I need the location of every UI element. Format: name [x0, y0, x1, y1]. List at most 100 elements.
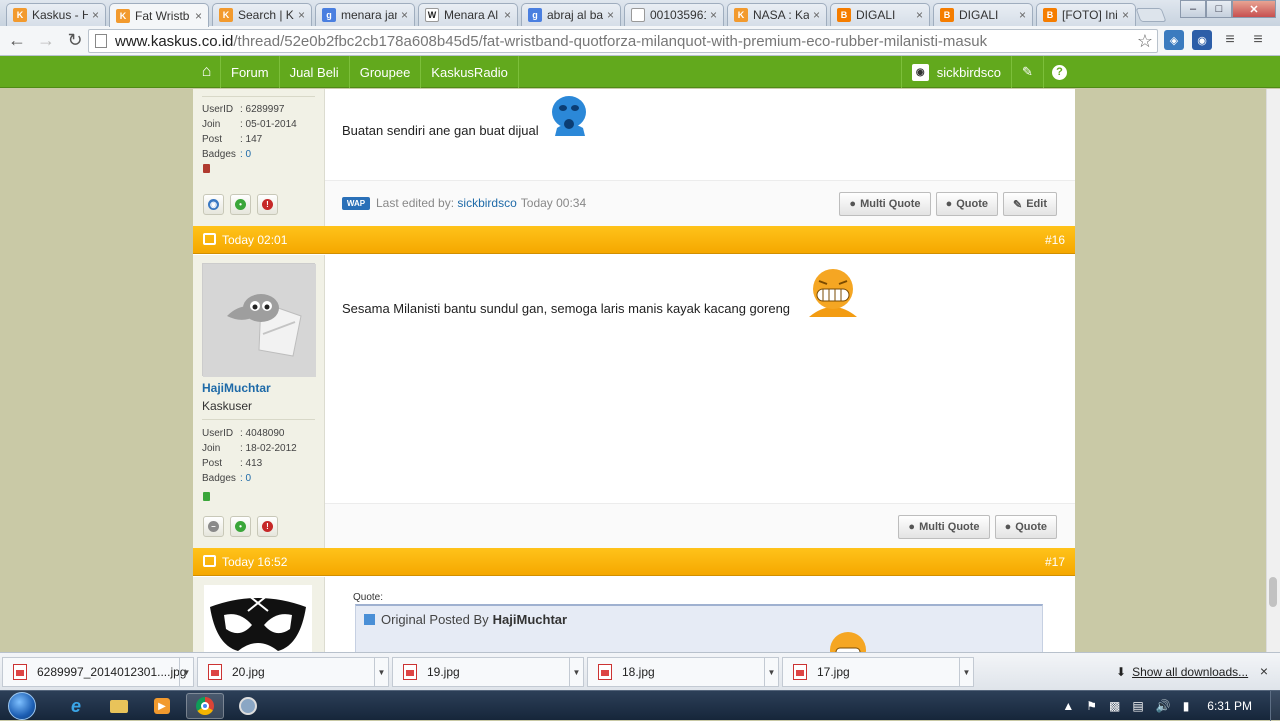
report-button[interactable]: ! [257, 516, 278, 537]
display-icon[interactable]: ▩ [1109, 699, 1120, 713]
media-player-icon[interactable]: ▶ [143, 693, 181, 719]
chevron-down-icon[interactable]: ▼ [764, 658, 778, 686]
home-icon[interactable]: ⌂ [193, 56, 221, 88]
post-number[interactable]: #16 [1045, 233, 1065, 247]
post-footer: WAP Last edited by: sickbirdsco Today 00… [325, 180, 1075, 226]
browser-tab[interactable]: B DIGALI × [933, 3, 1033, 26]
browser-tab[interactable]: g abraj al ba × [521, 3, 621, 26]
browser-tab[interactable]: W Menara Al × [418, 3, 518, 26]
nav-groupee[interactable]: Groupee [350, 56, 422, 88]
avatar[interactable] [202, 263, 316, 377]
browser-tab[interactable]: B [FOTO] Ini × [1036, 3, 1136, 26]
help-icon[interactable]: ? [1043, 56, 1075, 88]
download-item[interactable]: 19.jpg ▼ [392, 657, 584, 687]
browser-tab[interactable]: K Fat Wristb × [109, 3, 209, 27]
close-tab-icon[interactable]: × [92, 8, 99, 22]
download-filename: 6289997_2014012301....jpg [37, 665, 187, 679]
chrome-menu-icon[interactable]: ≡ [1248, 30, 1268, 50]
browser-tab[interactable]: B DIGALI × [830, 3, 930, 26]
download-item[interactable]: 6289997_2014012301....jpg ▼ [2, 657, 194, 687]
reload-button[interactable]: ↻ [63, 29, 87, 53]
avatar[interactable] [204, 585, 312, 652]
quote-arrow-icon[interactable] [364, 614, 375, 625]
extension-icon[interactable]: ◉ [1192, 30, 1212, 50]
chrome-icon[interactable] [186, 693, 224, 719]
close-tab-icon[interactable]: × [1019, 8, 1026, 22]
browser-tab[interactable]: g menara jam × [315, 3, 415, 26]
nav-kaskusradio[interactable]: KaskusRadio [421, 56, 519, 88]
maximize-button[interactable]: □ [1206, 0, 1232, 18]
pencil-icon[interactable]: ✎ [1011, 56, 1043, 88]
show-hidden-icons[interactable]: ▲ [1062, 699, 1074, 713]
post-number[interactable]: #17 [1045, 555, 1065, 569]
multi-quote-button[interactable]: ● Multi Quote [839, 192, 931, 216]
chevron-down-icon[interactable]: ▼ [569, 658, 583, 686]
close-tab-icon[interactable]: × [607, 8, 614, 22]
edit-button[interactable]: ✎ Edit [1003, 192, 1057, 216]
view-profile-button[interactable]: ◉ [203, 194, 224, 215]
minimize-button[interactable]: – [1180, 0, 1206, 18]
extension-icon[interactable]: ◈ [1164, 30, 1184, 50]
start-button[interactable] [8, 692, 36, 720]
checkbox-icon[interactable] [203, 233, 216, 245]
chevron-down-icon[interactable]: ▼ [959, 658, 973, 686]
close-tab-icon[interactable]: × [1122, 8, 1129, 22]
close-tab-icon[interactable]: × [710, 8, 717, 22]
download-item[interactable]: 20.jpg ▼ [197, 657, 389, 687]
show-all-downloads[interactable]: ⬇ Show all downloads... [1116, 665, 1248, 679]
network-icon[interactable]: ▤ [1132, 699, 1143, 713]
checkbox-icon[interactable] [203, 555, 216, 567]
forward-button[interactable]: → [34, 29, 58, 53]
join-label: Join [202, 443, 221, 454]
multi-quote-label: Multi Quote [919, 521, 980, 533]
battery-icon[interactable]: ▮ [1183, 699, 1190, 713]
new-tab-button[interactable] [1135, 8, 1167, 22]
badges-value[interactable]: : 0 [240, 149, 251, 160]
volume-icon[interactable]: 🔊 [1156, 699, 1171, 713]
browser-tab[interactable]: K Search | Ka × [212, 3, 312, 26]
view-profile-button[interactable]: – [203, 516, 224, 537]
chevron-down-icon[interactable]: ▼ [179, 658, 193, 686]
close-downloads-button[interactable]: × [1260, 663, 1268, 679]
show-desktop-button[interactable] [1270, 691, 1280, 721]
download-item[interactable]: 17.jpg ▼ [782, 657, 974, 687]
folder-icon[interactable] [100, 693, 138, 719]
page-scrollbar[interactable] [1266, 89, 1280, 652]
clock[interactable]: 6:31 PM [1207, 699, 1252, 713]
close-tab-icon[interactable]: × [298, 8, 305, 22]
scrollbar-thumb[interactable] [1269, 577, 1277, 607]
close-tab-icon[interactable]: × [916, 8, 923, 22]
close-tab-icon[interactable]: × [813, 8, 820, 22]
multi-quote-button[interactable]: ● Multi Quote [898, 515, 990, 539]
browser-tab[interactable]: K NASA : Ka × [727, 3, 827, 26]
chevron-down-icon[interactable]: ▼ [374, 658, 388, 686]
action-center-icon[interactable]: ⚑ [1086, 699, 1097, 713]
quote-button[interactable]: ● Quote [994, 515, 1057, 539]
browser-tab[interactable]: K Kaskus - H × [6, 3, 106, 26]
badges-label: Badges [202, 473, 236, 484]
close-tab-icon[interactable]: × [504, 8, 511, 22]
close-tab-icon[interactable]: × [401, 8, 408, 22]
badges-value[interactable]: : 0 [240, 473, 251, 484]
internet-explorer-icon[interactable]: e [57, 693, 95, 719]
app-icon[interactable] [229, 693, 267, 719]
close-window-button[interactable]: ✕ [1232, 0, 1276, 18]
browser-tab[interactable]: 001035961 × [624, 3, 724, 26]
bookmark-star-icon[interactable]: ☆ [1137, 31, 1153, 52]
address-bar[interactable]: www.kaskus.co.id/thread/52e0b2fbc2cb178a… [88, 29, 1158, 53]
back-button[interactable]: ← [5, 29, 29, 53]
download-item[interactable]: 18.jpg ▼ [587, 657, 779, 687]
last-edited-user[interactable]: sickbirdsco [457, 196, 516, 210]
send-message-button[interactable]: • [230, 194, 251, 215]
quote-button[interactable]: ● Quote [935, 192, 998, 216]
send-message-button[interactable]: • [230, 516, 251, 537]
nav-jual-beli[interactable]: Jual Beli [280, 56, 350, 88]
quote-user[interactable]: HajiMuchtar [493, 612, 567, 627]
report-button[interactable]: ! [257, 194, 278, 215]
close-tab-icon[interactable]: × [195, 9, 202, 23]
user-menu[interactable]: ◉ sickbirdsco [900, 56, 1011, 88]
tab-label: Fat Wristb [135, 8, 190, 23]
menu-icon[interactable]: ≡ [1220, 30, 1240, 50]
post-username[interactable]: HajiMuchtar [202, 381, 271, 395]
nav-forum[interactable]: Forum [221, 56, 280, 88]
